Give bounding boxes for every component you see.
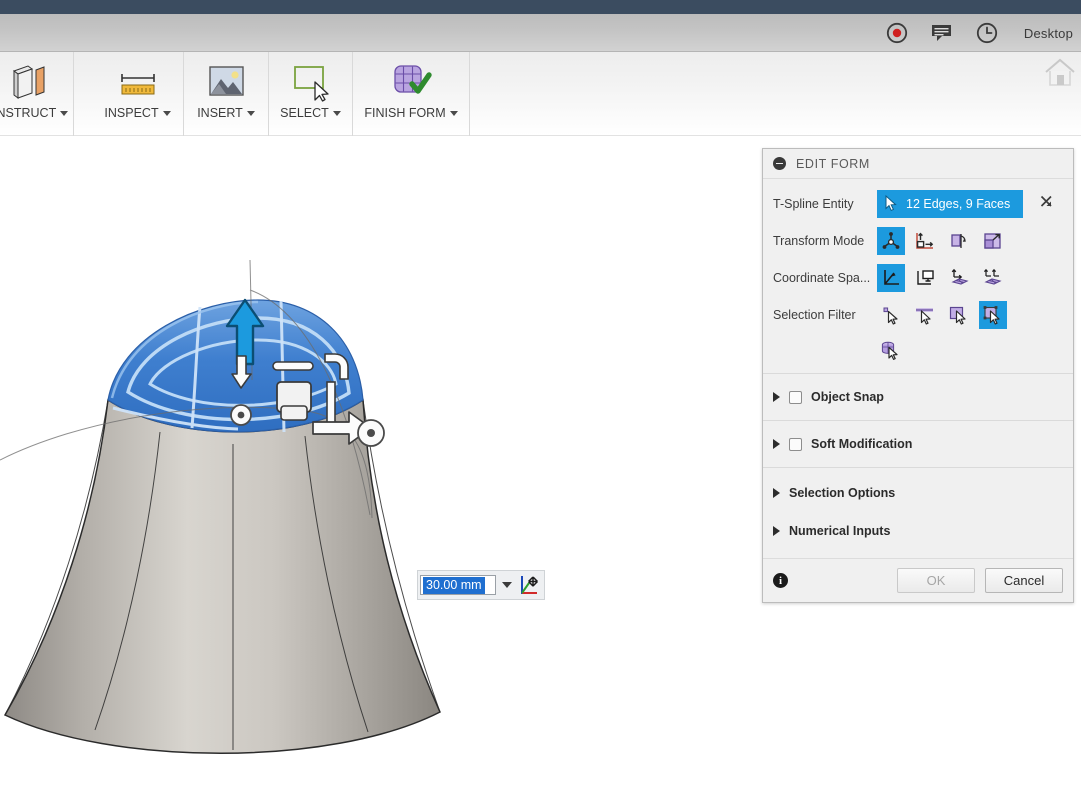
- chevron-right-icon[interactable]: [773, 439, 780, 449]
- account-label[interactable]: Desktop: [1020, 26, 1073, 41]
- t-spline-entity-controls: 12 Edges, 9 Faces: [877, 190, 1054, 218]
- cursor-arrow-icon: [885, 195, 898, 212]
- clock-icon[interactable]: [976, 22, 998, 44]
- manipulator-arrow-up: [227, 300, 263, 364]
- ribbon-group-select[interactable]: SELECT: [269, 52, 353, 136]
- ribbon-group-construct[interactable]: ONSTRUCT: [0, 52, 74, 136]
- record-icon[interactable]: [886, 22, 908, 44]
- coordinate-space-view[interactable]: [911, 264, 939, 292]
- dialog-body: T-Spline Entity 12 Edges, 9 Faces: [763, 179, 1073, 550]
- chevron-down-icon[interactable]: [333, 111, 341, 116]
- t-spline-entity-selection[interactable]: 12 Edges, 9 Faces: [877, 190, 1023, 218]
- dimension-input-widget[interactable]: 30.00 mm: [417, 570, 545, 600]
- edit-form-dialog[interactable]: EDIT FORM T-Spline Entity 12 Edges, 9 Fa…: [762, 148, 1074, 603]
- dialog-header[interactable]: EDIT FORM: [763, 149, 1073, 179]
- accordion-numerical-inputs[interactable]: Numerical Inputs: [773, 512, 1063, 550]
- app-title-bar: [0, 0, 1081, 14]
- selection-filter-buttons-second: [877, 336, 905, 364]
- divider: [763, 420, 1073, 421]
- info-icon[interactable]: i: [773, 573, 788, 588]
- transform-mode-buttons: [877, 227, 1007, 255]
- chevron-down-icon[interactable]: [163, 111, 171, 116]
- status-bar-icons: Desktop: [886, 14, 1081, 52]
- ok-button[interactable]: OK: [897, 568, 975, 593]
- clear-selection-icon[interactable]: [1039, 194, 1054, 214]
- label-t-spline-entity: T-Spline Entity: [773, 197, 877, 211]
- numerical-inputs-label: Numerical Inputs: [789, 524, 890, 538]
- dimension-input-field[interactable]: 30.00 mm: [420, 575, 496, 595]
- ribbon-toolbar: ONSTRUCT INSPECT: [0, 52, 1081, 136]
- transform-mode-scale[interactable]: [979, 227, 1007, 255]
- t-spline-entity-text: 12 Edges, 9 Faces: [906, 197, 1010, 211]
- divider: [763, 467, 1073, 468]
- accordion-selection-options[interactable]: Selection Options: [773, 474, 1063, 512]
- ribbon-text-construct: ONSTRUCT: [0, 106, 56, 120]
- dialog-footer: i OK Cancel: [763, 558, 1073, 602]
- accordion-soft-modification[interactable]: Soft Modification: [773, 427, 1063, 461]
- chevron-down-icon[interactable]: [247, 111, 255, 116]
- coordinate-space-per-element[interactable]: [979, 264, 1007, 292]
- soft-modification-label: Soft Modification: [811, 437, 912, 451]
- transform-manipulator[interactable]: [215, 292, 435, 472]
- object-snap-checkbox[interactable]: [789, 391, 802, 404]
- chevron-down-icon[interactable]: [450, 111, 458, 116]
- ribbon-group-finish-form[interactable]: FINISH FORM: [353, 52, 470, 136]
- transform-mode-translate[interactable]: [911, 227, 939, 255]
- label-transform-mode: Transform Mode: [773, 234, 877, 248]
- inspect-icon: [115, 58, 161, 104]
- collapse-icon[interactable]: [773, 157, 786, 170]
- coordinate-space-buttons: [877, 264, 1007, 292]
- chevron-down-icon[interactable]: [502, 582, 512, 588]
- divider: [763, 373, 1073, 374]
- insert-icon: [203, 58, 249, 104]
- ribbon-text-finish-form: FINISH FORM: [364, 106, 445, 120]
- accordion-object-snap[interactable]: Object Snap: [773, 380, 1063, 414]
- construct-icon: [5, 58, 51, 104]
- ribbon-text-inspect: INSPECT: [104, 106, 158, 120]
- row-selection-filter-second: [773, 333, 1063, 367]
- selection-options-label: Selection Options: [789, 486, 895, 500]
- chevron-right-icon[interactable]: [773, 488, 780, 498]
- ribbon-group-inspect[interactable]: INSPECT: [92, 52, 184, 136]
- selection-filter-vertex[interactable]: [877, 301, 905, 329]
- select-icon: [288, 58, 334, 104]
- ribbon-label-finish-form: FINISH FORM: [364, 106, 457, 120]
- label-coordinate-space: Coordinate Spa...: [773, 271, 877, 285]
- home-icon[interactable]: [1043, 56, 1077, 93]
- ribbon-label-inspect: INSPECT: [104, 106, 170, 120]
- row-selection-filter: Selection Filter: [773, 296, 1063, 333]
- dialog-title: EDIT FORM: [796, 157, 870, 171]
- ribbon-label-select: SELECT: [280, 106, 341, 120]
- finish-form-icon: [388, 58, 434, 104]
- transform-mode-rotate[interactable]: [945, 227, 973, 255]
- move-axes-icon[interactable]: [518, 573, 540, 597]
- ribbon-group-insert[interactable]: INSERT: [184, 52, 269, 136]
- selection-filter-solid[interactable]: [877, 336, 905, 364]
- transform-mode-all[interactable]: [877, 227, 905, 255]
- ribbon-label-insert: INSERT: [197, 106, 255, 120]
- soft-modification-checkbox[interactable]: [789, 438, 802, 451]
- row-t-spline-entity: T-Spline Entity 12 Edges, 9 Faces: [773, 185, 1063, 222]
- comment-icon[interactable]: [930, 23, 954, 43]
- row-coordinate-space: Coordinate Spa...: [773, 259, 1063, 296]
- dimension-input-value[interactable]: 30.00 mm: [423, 577, 485, 594]
- chevron-down-icon[interactable]: [60, 111, 68, 116]
- selection-filter-face[interactable]: [945, 301, 973, 329]
- coordinate-space-normal[interactable]: [945, 264, 973, 292]
- row-transform-mode: Transform Mode: [773, 222, 1063, 259]
- selection-filter-edge[interactable]: [911, 301, 939, 329]
- chevron-right-icon[interactable]: [773, 526, 780, 536]
- ribbon-text-select: SELECT: [280, 106, 329, 120]
- object-snap-label: Object Snap: [811, 390, 884, 404]
- label-selection-filter: Selection Filter: [773, 308, 877, 322]
- ribbon-label-construct: ONSTRUCT: [0, 106, 68, 120]
- selection-filter-buttons: [877, 301, 1007, 329]
- ribbon-text-insert: INSERT: [197, 106, 243, 120]
- coordinate-space-world[interactable]: [877, 264, 905, 292]
- cancel-button[interactable]: Cancel: [985, 568, 1063, 593]
- selection-filter-body[interactable]: [979, 301, 1007, 329]
- chevron-right-icon[interactable]: [773, 392, 780, 402]
